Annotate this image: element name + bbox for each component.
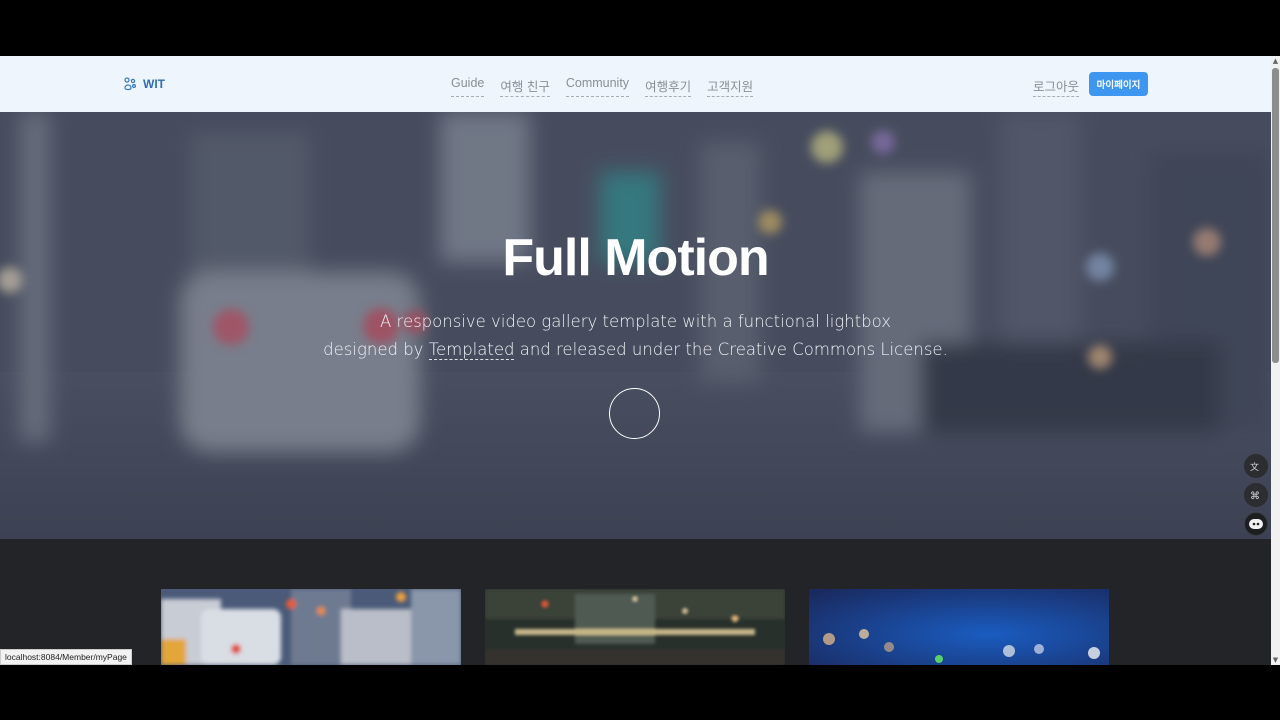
night-city-image [485,589,785,665]
svg-text:文: 文 [1250,461,1259,472]
browser-viewport: WIT Guide 여행 친구 Community 여행후기 고객지원 로그아웃… [0,56,1271,665]
hero-banner: Full Motion A responsive video gallery t… [0,112,1271,539]
bokeh-lights-image [809,589,1109,665]
gallery-thumb-city-traffic[interactable] [161,589,461,665]
city-traffic-image [161,589,461,665]
hero-subtitle-line1: A responsive video gallery template with… [379,312,891,331]
nav-community[interactable]: Community [565,76,630,97]
link-status-bar: localhost:8084/Member/myPage [0,649,132,665]
scroll-up-arrow[interactable]: ▲ [1271,56,1280,66]
svg-text:⌘: ⌘ [1250,491,1260,501]
logout-link[interactable]: 로그아웃 [1033,76,1080,97]
hero-title: Full Motion [502,229,769,287]
nav-travel-friend[interactable]: 여행 친구 [500,76,550,97]
play-circle-button[interactable] [609,388,660,439]
logo-text: WIT [143,77,165,91]
page-scrollbar[interactable]: ▲ ▼ [1271,56,1280,665]
mypage-button[interactable]: 마이페이지 [1089,72,1148,96]
translate-icon[interactable]: 文 [1244,454,1268,478]
bottom-letterbox [0,665,1280,720]
subtitle-suffix: and released under the Creative Commons … [519,340,948,359]
main-nav: Guide 여행 친구 Community 여행후기 고객지원 [451,76,754,97]
site-logo[interactable]: WIT [122,74,165,94]
hero-subtitle-line2: designed by Templated and released under… [0,336,1271,364]
paw-logo-icon [124,77,137,91]
top-letterbox [0,0,1280,56]
scroll-down-arrow[interactable]: ▼ [1271,655,1280,665]
subtitle-prefix: designed by [323,340,424,359]
gallery-thumb-bokeh-lights[interactable] [809,589,1109,665]
site-header: WIT Guide 여행 친구 Community 여행후기 고객지원 로그아웃… [0,56,1271,112]
gallery-thumb-night-city[interactable] [485,589,785,665]
scroll-thumb[interactable] [1272,68,1279,363]
hero-subtitle: A responsive video gallery template with… [0,308,1271,364]
nav-travel-review[interactable]: 여행후기 [645,76,692,97]
command-icon[interactable]: ⌘ [1244,483,1268,507]
nav-support[interactable]: 고객지원 [707,76,754,97]
nav-guide[interactable]: Guide [451,76,485,97]
assistant-icon[interactable] [1244,512,1268,536]
templated-link[interactable]: Templated [428,340,515,360]
